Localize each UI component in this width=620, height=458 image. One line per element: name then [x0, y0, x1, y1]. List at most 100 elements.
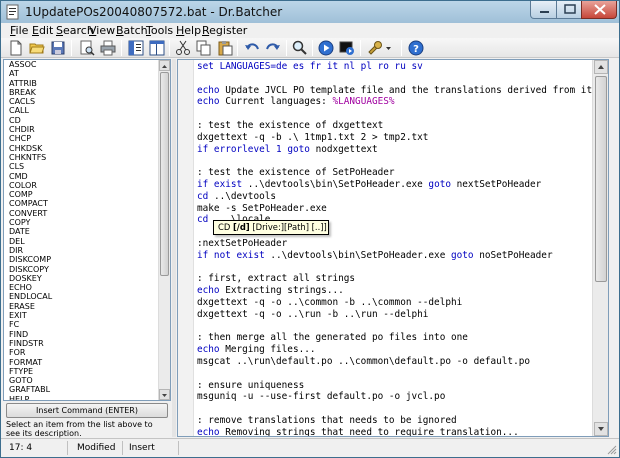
- code-line[interactable]: if not exist ..\devtools\bin\SetPoHeader…: [197, 250, 553, 261]
- command-list-item[interactable]: COMPACT: [9, 199, 159, 208]
- command-list-item[interactable]: DOSKEY: [9, 274, 159, 283]
- command-list-item[interactable]: CHKDSK: [9, 144, 159, 153]
- command-list-item[interactable]: CD: [9, 116, 159, 125]
- code-editor[interactable]: set LANGUAGES=de es fr it nl pl ro ru sv…: [177, 59, 609, 437]
- command-list-item[interactable]: ATTRIB: [9, 79, 159, 88]
- menu-file[interactable]: File: [10, 24, 28, 37]
- code-line[interactable]: if errorlevel 1 goto nodxgettext: [197, 144, 378, 155]
- code-line[interactable]: echo Removing strings that need to requi…: [197, 427, 519, 436]
- command-list-item[interactable]: CHKNTFS: [9, 153, 159, 162]
- menu-view[interactable]: View: [89, 24, 115, 37]
- command-list-item[interactable]: CACLS: [9, 97, 159, 106]
- code-line[interactable]: dxgettext -q -b .\ 1tmp1.txt 2 > tmp2.tx…: [197, 132, 428, 143]
- command-list-item[interactable]: GRAFTABL: [9, 385, 159, 394]
- undo-icon[interactable]: [243, 39, 261, 57]
- maximize-button[interactable]: [556, 1, 582, 19]
- print-preview-icon[interactable]: [78, 39, 96, 57]
- scroll-thumb[interactable]: [595, 76, 607, 282]
- command-list-item[interactable]: CALL: [9, 106, 159, 115]
- code-line[interactable]: dxgettext -q -o ..\common -b ..\common -…: [197, 297, 462, 308]
- command-list-item[interactable]: CMD: [9, 172, 159, 181]
- command-list-item[interactable]: FINDSTR: [9, 339, 159, 348]
- command-list-item[interactable]: DISKCOMP: [9, 255, 159, 264]
- minimize-button[interactable]: [530, 1, 557, 19]
- code-line[interactable]: echo Update JVCL PO template file and th…: [197, 85, 592, 96]
- command-list-item[interactable]: DATE: [9, 227, 159, 236]
- command-list-item[interactable]: COPY: [9, 218, 159, 227]
- code-area[interactable]: set LANGUAGES=de es fr it nl pl ro ru sv…: [197, 60, 592, 436]
- code-line[interactable]: : remove translations that needs to be i…: [197, 415, 457, 426]
- copy-icon[interactable]: [195, 39, 213, 57]
- save-icon[interactable]: [49, 39, 67, 57]
- code-line[interactable]: make -s SetPoHeader.exe: [197, 203, 327, 214]
- code-line[interactable]: echo Current languages: %LANGUAGES%: [197, 96, 395, 107]
- code-line[interactable]: cd ..\devtools: [197, 191, 276, 202]
- print-icon[interactable]: [99, 39, 117, 57]
- run-in-console-icon[interactable]: [338, 39, 356, 57]
- command-list-item[interactable]: FTYPE: [9, 367, 159, 376]
- command-list-item[interactable]: CHDIR: [9, 125, 159, 134]
- code-line[interactable]: :nextSetPoHeader: [197, 238, 287, 249]
- resize-grip-icon[interactable]: [607, 445, 617, 455]
- editor-scrollbar[interactable]: [592, 60, 608, 436]
- command-list-item[interactable]: ECHO: [9, 283, 159, 292]
- cut-icon[interactable]: [174, 39, 192, 57]
- command-list-item[interactable]: COMP: [9, 190, 159, 199]
- command-list-item[interactable]: DISKCOPY: [9, 265, 159, 274]
- commands-panel-icon[interactable]: [127, 39, 145, 57]
- code-line[interactable]: : ensure uniqueness: [197, 380, 304, 391]
- command-list-item[interactable]: ASSOC: [9, 60, 159, 69]
- scroll-down-arrow-icon[interactable]: [594, 422, 608, 436]
- command-list-item[interactable]: ERASE: [9, 302, 159, 311]
- command-list-item[interactable]: DIR: [9, 246, 159, 255]
- open-folder-icon[interactable]: [28, 39, 46, 57]
- code-line[interactable]: msguniq -u --use-first default.po -o jvc…: [197, 391, 445, 402]
- tools-dropdown-icon[interactable]: [366, 39, 394, 57]
- code-line[interactable]: dxgettext -q -o ..\run -b ..\run --delph…: [197, 309, 428, 320]
- scroll-thumb[interactable]: [160, 72, 169, 276]
- command-list-item[interactable]: FORMAT: [9, 358, 159, 367]
- menu-register[interactable]: Register: [202, 24, 247, 37]
- code-line[interactable]: : then merge all the generated po files …: [197, 332, 468, 343]
- scroll-up-arrow-icon[interactable]: [594, 60, 608, 74]
- title-bar[interactable]: 1UpdatePOs20040807572.bat - Dr.Batcher: [1, 1, 619, 23]
- code-line[interactable]: : test the existence of dxgettext: [197, 120, 383, 131]
- command-list-item[interactable]: ENDLOCAL: [9, 292, 159, 301]
- command-list-item[interactable]: EXIT: [9, 311, 159, 320]
- insert-command-button[interactable]: Insert Command (ENTER): [6, 403, 168, 418]
- command-list-item[interactable]: FOR: [9, 348, 159, 357]
- code-line[interactable]: msgcat ..\run\default.po ..\common\defau…: [197, 356, 530, 367]
- command-list-item[interactable]: CONVERT: [9, 209, 159, 218]
- app-icon[interactable]: [5, 4, 21, 20]
- code-line[interactable]: echo Extracting strings...: [197, 285, 344, 296]
- menu-batch[interactable]: Batch: [116, 24, 148, 37]
- find-icon[interactable]: [291, 39, 309, 57]
- command-list-item[interactable]: FIND: [9, 330, 159, 339]
- redo-icon[interactable]: [264, 39, 282, 57]
- menu-tools[interactable]: Tools: [146, 24, 173, 37]
- code-line[interactable]: : first, extract all strings: [197, 273, 355, 284]
- new-file-icon[interactable]: [7, 39, 25, 57]
- scroll-down-arrow-icon[interactable]: [159, 389, 170, 400]
- panel-splitter[interactable]: [172, 59, 176, 437]
- command-list-item[interactable]: CHCP: [9, 134, 159, 143]
- code-line[interactable]: echo Merging files...: [197, 344, 316, 355]
- command-list-item[interactable]: BREAK: [9, 88, 159, 97]
- command-list-item[interactable]: CLS: [9, 162, 159, 171]
- menu-help[interactable]: Help: [176, 24, 201, 37]
- command-list-item[interactable]: COLOR: [9, 181, 159, 190]
- menu-edit[interactable]: Edit: [32, 24, 53, 37]
- command-list-item[interactable]: HELP: [9, 395, 159, 400]
- paste-icon[interactable]: [216, 39, 234, 57]
- command-list-item[interactable]: GOTO: [9, 376, 159, 385]
- command-list-item[interactable]: FC: [9, 320, 159, 329]
- scroll-up-arrow-icon[interactable]: [159, 60, 170, 71]
- code-line[interactable]: if exist ..\devtools\bin\SetPoHeader.exe…: [197, 179, 541, 190]
- help-icon[interactable]: ?: [407, 39, 425, 57]
- close-button[interactable]: [581, 1, 617, 19]
- command-list-item[interactable]: DEL: [9, 237, 159, 246]
- run-icon[interactable]: [317, 39, 335, 57]
- two-pane-icon[interactable]: [148, 39, 166, 57]
- code-line[interactable]: : test the existence of SetPoHeader: [197, 167, 395, 178]
- command-list-item[interactable]: AT: [9, 69, 159, 78]
